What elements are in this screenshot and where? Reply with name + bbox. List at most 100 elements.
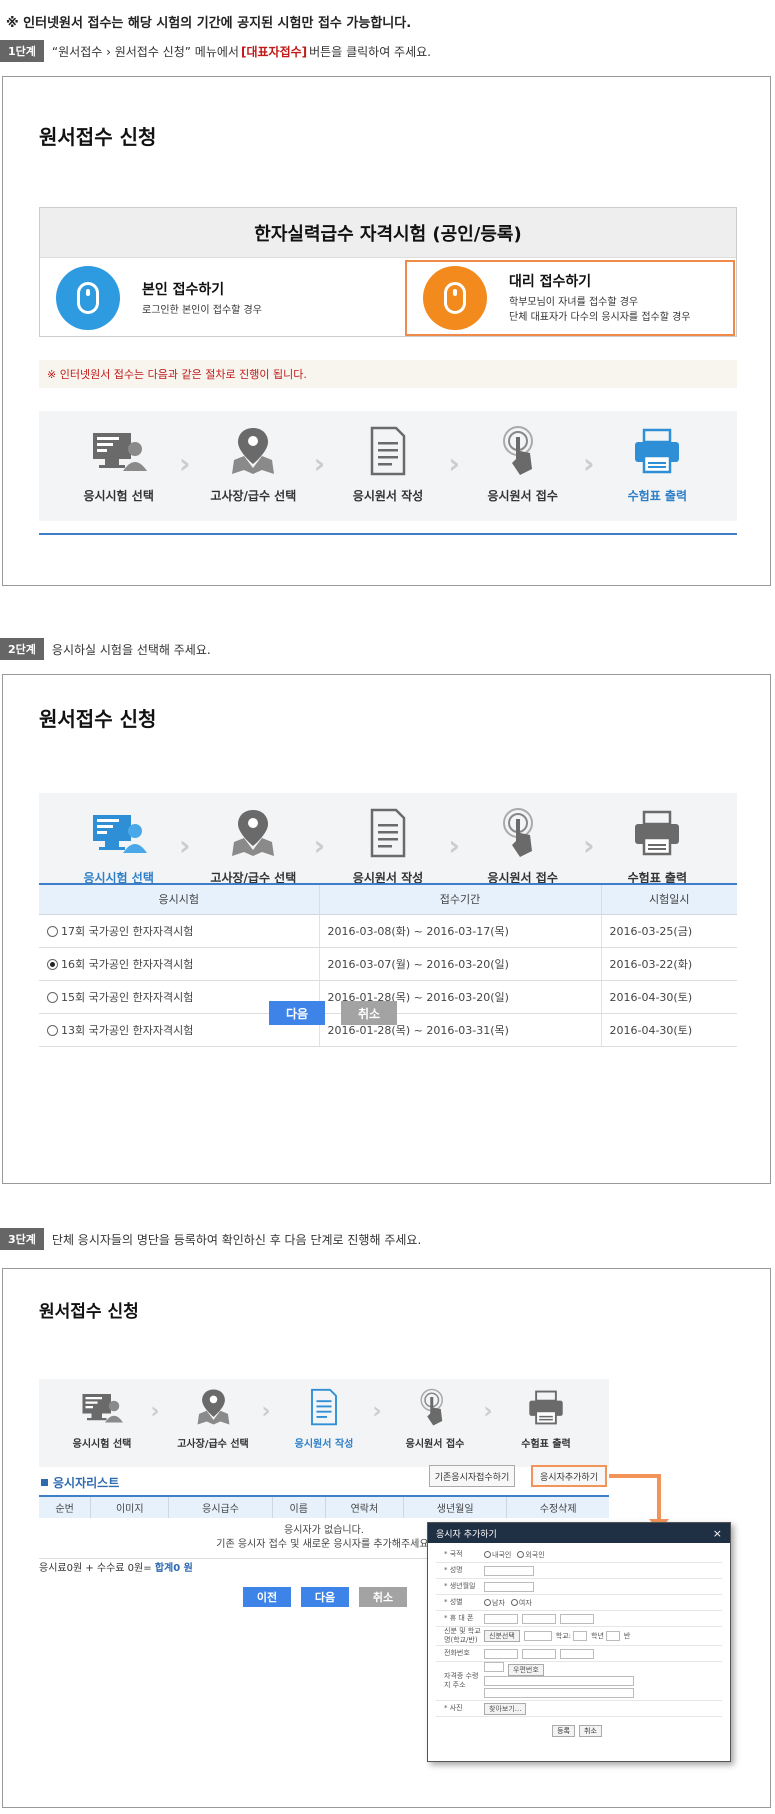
table-row[interactable]: 17회 국가공인 한자자격시험 2016-03-08(화) ~ 2016-03-1… (39, 914, 737, 948)
panel-step1: 원서접수 신청 한자실력급수 자격시험 (공인/등록) 본인 접수하기 로그인한… (2, 76, 771, 586)
flow-step-label: 응시시험 선택 (83, 489, 154, 503)
page-title: 원서접수 신청 (39, 707, 157, 731)
popup-radio[interactable] (517, 1551, 525, 1558)
step3-row: 3단계 단체 응시자들의 명단을 등록하여 확인하신 후 다음 단계로 진행해 … (0, 1228, 421, 1250)
col-exam: 응시시험 (39, 883, 320, 915)
touch-hand-icon (468, 807, 578, 859)
flow-step-5: 수험표 출력 (498, 1387, 594, 1450)
exam-radio[interactable] (47, 958, 58, 970)
proxy-apply-desc1: 학부모님이 자녀를 접수할 경우 (509, 297, 639, 308)
prev-button[interactable]: 이전 (243, 1587, 291, 1607)
popup-radio[interactable] (510, 1599, 518, 1606)
popup-cancel-button[interactable]: 취소 (579, 1725, 602, 1737)
step2-badge: 2단계 (0, 638, 44, 660)
popup-input[interactable] (484, 1581, 534, 1592)
flow-step-4: 응시원서 접수 (387, 1387, 483, 1450)
popup-text: 학년 (591, 1632, 604, 1640)
popup-form-row: 신분 및 학교명(학교/반) 신분선택 학교: 학년 반 (436, 1627, 722, 1646)
popup-input[interactable] (484, 1688, 634, 1698)
flow-divider (39, 533, 737, 535)
chevron-right-icon: › (150, 1399, 160, 1424)
notice-text: ※ 인터넷원서 접수는 해당 시험의 기간에 공지된 시험만 접수 가능합니다. (6, 16, 412, 31)
cancel-button[interactable]: 취소 (359, 1587, 407, 1607)
popup-radio[interactable] (484, 1551, 491, 1558)
map-pin-icon (198, 807, 308, 859)
popup-form-row: * 사진 찾아보기... (436, 1701, 722, 1717)
popup-input[interactable] (484, 1676, 634, 1686)
chevron-right-icon: › (313, 829, 326, 862)
chevron-right-icon: › (261, 1399, 271, 1424)
popup-input[interactable] (484, 1662, 504, 1672)
list-col: 생년월일 (403, 1495, 508, 1518)
self-apply-desc: 로그인한 본인이 접수할 경우 (142, 304, 262, 316)
popup-input[interactable] (484, 1613, 518, 1624)
step2-row: 2단계 응시하실 시험을 선택해 주세요. (0, 638, 211, 660)
flow-step-3: 응시원서 작성 (276, 1387, 372, 1450)
popup-input[interactable] (605, 1631, 620, 1641)
exam-name-cell[interactable]: 16회 국가공인 한자자격시험 (39, 947, 320, 981)
cancel-button[interactable]: 취소 (341, 1001, 397, 1025)
step1-badge: 1단계 (0, 40, 44, 62)
self-apply-option[interactable]: 본인 접수하기 로그인한 본인이 접수할 경우 (40, 258, 400, 338)
popup-label: 전화번호 (444, 1649, 470, 1657)
next-button[interactable]: 다음 (269, 1001, 325, 1025)
col-period: 접수기간 (319, 883, 602, 915)
list-col: 이름 (272, 1495, 326, 1518)
popup-radio-label: 여자 (518, 1598, 532, 1607)
exam-radio[interactable] (47, 1024, 58, 1036)
popup-input[interactable] (560, 1648, 594, 1659)
fee-total: 합계0 원 (154, 1563, 193, 1574)
table-row[interactable]: 16회 국가공인 한자자격시험 2016-03-07(월) ~ 2016-03-2… (39, 947, 737, 981)
printer-icon (602, 807, 712, 859)
next-button[interactable]: 다음 (301, 1587, 349, 1607)
step1-pre: “원서접수 › 원서접수 신청” 메뉴에서 (51, 44, 239, 59)
exam-name-cell[interactable]: 17회 국가공인 한자자격시험 (39, 914, 320, 948)
popup-radio-label: 내국인 (492, 1550, 512, 1559)
flow-step-4: 응시원서 접수 (468, 807, 578, 886)
popup-input[interactable] (484, 1565, 534, 1576)
popup-input[interactable] (560, 1613, 594, 1624)
zipcode-button[interactable]: 우편번호 (508, 1664, 544, 1676)
popup-select[interactable]: 신분선택 (484, 1630, 520, 1642)
exam-box-title: 한자실력급수 자격시험 (공인/등록) (40, 208, 736, 258)
chevron-right-icon: › (448, 447, 460, 480)
process-flow: 응시시험 선택 › 고사장/급수 선택 › 응시원서 작성 › 응시원서 접수 › 수험표 출력 (39, 1379, 609, 1467)
process-note: ※ 인터넷원서 접수는 다음과 같은 절차로 진행이 됩니다. (39, 360, 737, 388)
flow-step-label: 고사장/급수 선택 (210, 489, 297, 503)
map-pin-icon (198, 425, 308, 477)
popup-input[interactable] (573, 1631, 588, 1641)
add-applicant-button[interactable]: 응시자추가하기 (531, 1465, 607, 1487)
existing-applicant-button[interactable]: 기존응시자접수하기 (429, 1465, 515, 1487)
popup-radio[interactable] (484, 1599, 491, 1606)
map-pin-icon (165, 1387, 261, 1427)
exam-radio[interactable] (47, 925, 58, 937)
add-applicant-popup: 응시자 추가하기 × * 국적 내국인 외국인 * 성명 * 생년월일 * 성별 남자 여자 *… (427, 1522, 731, 1762)
popup-input[interactable] (523, 1631, 552, 1641)
page-title: 원서접수 신청 (39, 125, 157, 149)
list-col: 수정삭제 (506, 1495, 609, 1518)
popup-input[interactable] (484, 1648, 518, 1659)
flow-step-label: 수험표 출력 (521, 1439, 571, 1450)
popup-input[interactable] (522, 1613, 556, 1624)
step2-text: 응시하실 시험을 선택해 주세요. (51, 642, 211, 657)
flow-step-5: 수험표 출력 (602, 425, 712, 504)
document-icon (333, 807, 443, 859)
list-col: 이미지 (90, 1495, 170, 1518)
chevron-right-icon: › (583, 829, 595, 862)
popup-radio-label: 외국인 (525, 1550, 545, 1559)
step1-row: 1단계 “원서접수 › 원서접수 신청” 메뉴에서 [대표자접수] 버튼을 클릭… (0, 40, 431, 62)
popup-register-button[interactable]: 등록 (552, 1725, 575, 1737)
close-icon[interactable]: × (713, 1527, 722, 1540)
flow-step-label: 응시원서 작성 (352, 489, 424, 503)
flow-step-3: 응시원서 작성 (333, 807, 443, 886)
flow-step-label: 응시원서 접수 (405, 1439, 465, 1450)
browse-button[interactable]: 찾아보기... (484, 1702, 527, 1715)
chevron-right-icon: › (179, 447, 191, 480)
popup-input[interactable] (522, 1648, 556, 1659)
exam-radio[interactable] (47, 991, 58, 1003)
flow-step-5: 수험표 출력 (602, 807, 712, 886)
flow-step-1: 응시시험 선택 (54, 1387, 150, 1450)
proxy-apply-option[interactable]: 대리 접수하기 학부모님이 자녀를 접수할 경우 단체 대표자가 다수의 응시자… (405, 260, 735, 336)
mouse-icon (56, 266, 120, 330)
flow-step-2: 고사장/급수 선택 (198, 425, 308, 504)
